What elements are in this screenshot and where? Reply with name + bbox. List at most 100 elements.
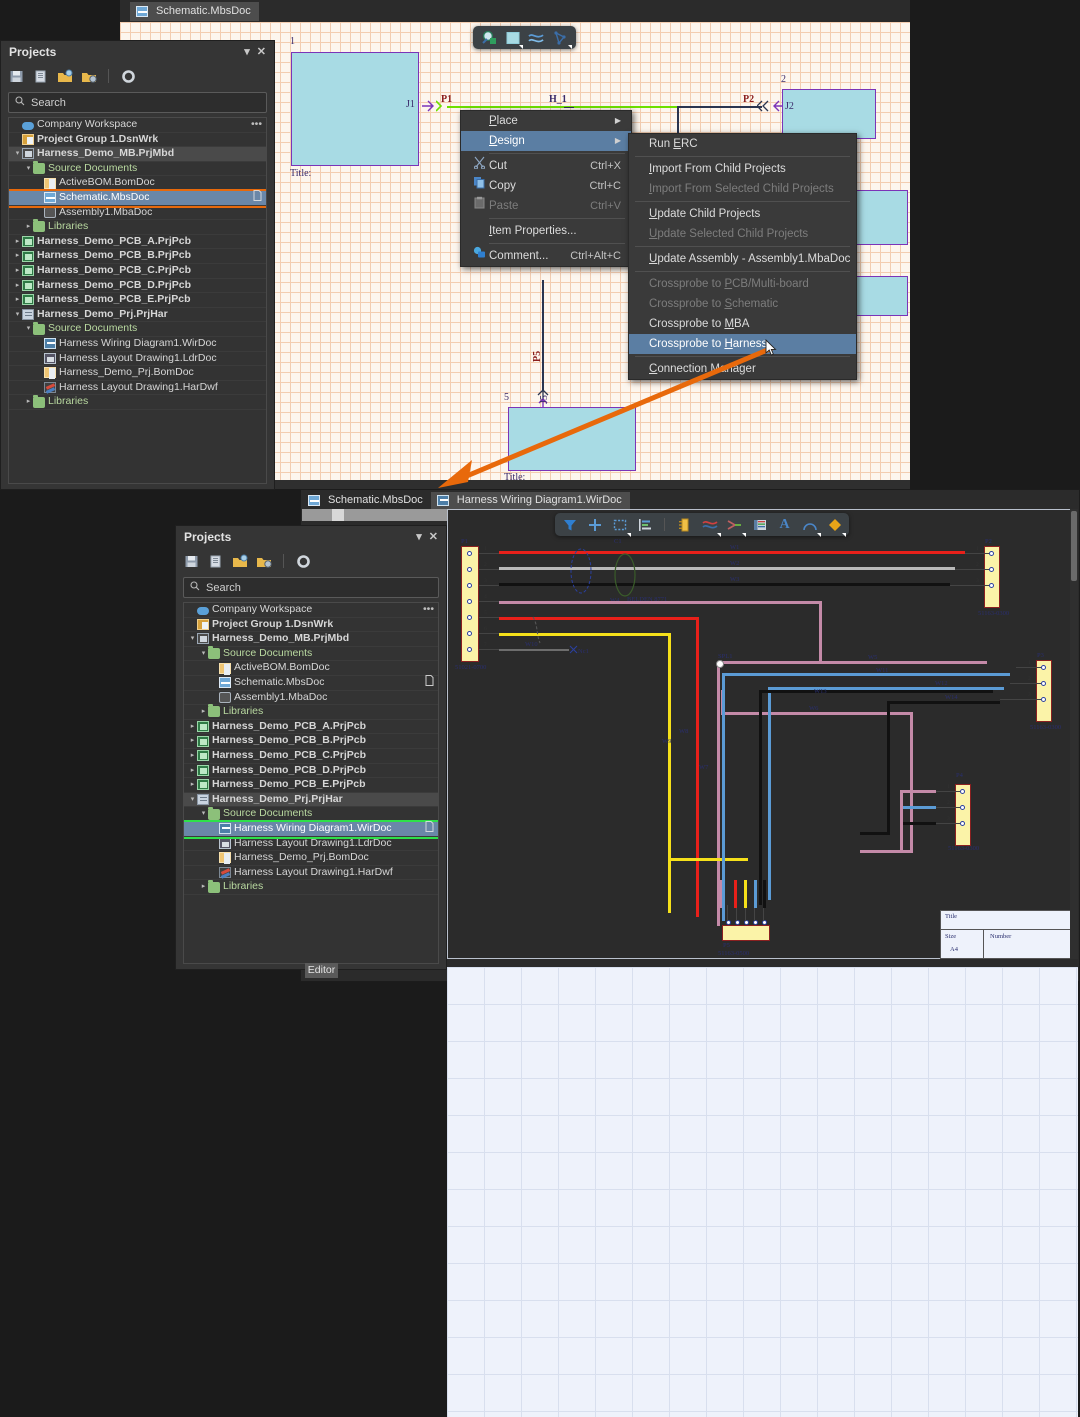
wire-w14-v[interactable]	[887, 701, 890, 835]
tree-item-activebom-bomdoc[interactable]: ActiveBOM.BomDoc	[9, 176, 266, 191]
chevron-right-icon[interactable]: ▸	[188, 764, 197, 778]
tree-item-libraries[interactable]: ▸ Libraries	[184, 704, 438, 720]
harness-icon[interactable]	[552, 29, 572, 49]
block-icon[interactable]	[504, 29, 523, 49]
tree-item-source-documents[interactable]: ▾ Source Documents	[184, 646, 438, 662]
open-project-icon[interactable]	[232, 554, 248, 569]
chevron-down-icon[interactable]: ▾	[13, 308, 22, 322]
submenu-item-crossprobe-to-mba[interactable]: Crossprobe to MBA	[629, 314, 856, 334]
pin[interactable]	[467, 599, 472, 604]
tree-item-source-documents[interactable]: ▾ Source Documents	[9, 161, 266, 177]
pin[interactable]	[960, 805, 965, 810]
save-icon[interactable]	[9, 69, 24, 84]
crossprobe-icon[interactable]	[480, 29, 497, 46]
wire-w11-v[interactable]	[722, 673, 725, 921]
filter-icon[interactable]	[561, 516, 578, 533]
wire-p4-blue[interactable]	[900, 806, 936, 809]
wiring-floating-toolbar[interactable]: A	[555, 513, 849, 537]
wiring-canvas[interactable]	[447, 967, 1078, 1417]
submenu-item-import-from-child-projects[interactable]: Import From Child Projects	[629, 159, 856, 179]
tree-item-source-documents[interactable]: ▾ Source Documents	[184, 806, 438, 822]
schematic-block-right-1[interactable]	[856, 190, 908, 245]
wiring-tabbar[interactable]: Schematic.MbsDoc Harness Wiring Diagram1…	[302, 490, 1078, 509]
table-icon[interactable]	[751, 516, 768, 533]
compile-icon[interactable]	[208, 554, 223, 569]
align-icon[interactable]	[636, 516, 653, 533]
menu-item-copy[interactable]: Copy Ctrl+C	[461, 176, 631, 196]
wire-p5-black[interactable]	[763, 880, 766, 908]
pin[interactable]	[467, 583, 472, 588]
tree-item-harness-demo-prj-prjhar[interactable]: ▾ Harness_Demo_Prj.PrjHar	[9, 308, 266, 323]
add-project-icon[interactable]	[81, 69, 97, 84]
wire-w13-h[interactable]	[759, 690, 993, 693]
chevron-down-icon[interactable]: ▾	[199, 647, 208, 661]
chevron-right-icon[interactable]: ▸	[24, 220, 33, 234]
chevron-right-icon[interactable]: ▸	[13, 235, 22, 249]
tree-item-harness-demo-prj-prjhar[interactable]: ▾ Harness_Demo_Prj.PrjHar	[184, 792, 438, 808]
chevron-right-icon[interactable]: ▸	[199, 880, 208, 894]
pin[interactable]	[1041, 697, 1046, 702]
chevron-right-icon[interactable]: ▸	[188, 778, 197, 792]
wire-p5-blue[interactable]	[754, 880, 757, 908]
close-icon[interactable]: ✕	[257, 41, 266, 63]
chevron-down-icon[interactable]: ▾	[416, 526, 422, 548]
wire-to-p2[interactable]	[677, 106, 762, 108]
tree-item-company-workspace[interactable]: Company Workspace •••	[184, 603, 438, 618]
submenu-item-crossprobe-to-schematic[interactable]: Crossprobe to Schematic	[629, 294, 856, 314]
splice-icon[interactable]	[726, 516, 746, 537]
wire-w10[interactable]	[499, 649, 569, 651]
schematic-block-j2[interactable]	[782, 89, 876, 139]
chevron-right-icon[interactable]: ▸	[188, 749, 197, 763]
wire-w9-h[interactable]	[499, 633, 671, 636]
wire-p4-pink-v[interactable]	[900, 790, 903, 852]
connector-p1[interactable]	[461, 546, 479, 662]
pin[interactable]	[1041, 681, 1046, 686]
wire-w6-v2[interactable]	[910, 712, 913, 852]
tree-item-libraries[interactable]: ▸ Libraries	[184, 879, 438, 895]
wire-w9-v[interactable]	[668, 633, 671, 913]
wire-w8-v[interactable]	[696, 617, 699, 917]
open-project-icon[interactable]	[57, 69, 73, 84]
chevron-right-icon[interactable]: ▸	[13, 279, 22, 293]
chevron-down-icon[interactable]: ▾	[199, 807, 208, 821]
tree-item-harness-layout-drawing1-hardwf[interactable]: Harness Layout Drawing1.HarDwf	[9, 381, 266, 396]
chevron-down-icon[interactable]: ▾	[24, 322, 33, 336]
tree-item-harness-demo-mb-prjmbd[interactable]: ▾ Harness_Demo_MB.PrjMbd	[184, 632, 438, 647]
wire-w6-h[interactable]	[721, 712, 913, 715]
submenu-item-update-assembly-assembly1-mbadoc[interactable]: Update Assembly - Assembly1.MbaDoc	[629, 249, 856, 269]
wire-p4-black[interactable]	[900, 822, 936, 825]
shield-w4[interactable]	[568, 548, 594, 594]
chevron-right-icon[interactable]: ▸	[24, 395, 33, 409]
harness-connection-wire[interactable]	[447, 106, 677, 108]
project-tree-top[interactable]: Company Workspace ••• Project Group 1.DsnW…	[8, 117, 267, 484]
tree-item-libraries[interactable]: ▸ Libraries	[9, 394, 266, 410]
tree-item-harness-demo-pcb-a-prjpcb[interactable]: ▸ Harness_Demo_PCB_A.PrjPcb	[9, 235, 266, 250]
submenu-item-import-from-selected-child-projects[interactable]: Import From Selected Child Projects	[629, 179, 856, 199]
more-options-icon[interactable]: •••	[251, 118, 262, 132]
tree-item-harness-wiring-diagram1-wirdoc[interactable]: Harness Wiring Diagram1.WirDoc	[9, 337, 266, 352]
schematic-context-menu[interactable]: Place ▶ Design ▶ Cut Ctrl+X Copy Ctrl+C Paste Ctr…	[460, 110, 632, 267]
tree-item-harness-demo-pcb-a-prjpcb[interactable]: ▸ Harness_Demo_PCB_A.PrjPcb	[184, 720, 438, 735]
tree-item-schematic-mbsdoc[interactable]: Schematic.MbsDoc	[184, 674, 438, 691]
pin[interactable]	[989, 551, 994, 556]
tree-item-harness-demo-pcb-e-prjpcb[interactable]: ▸ Harness_Demo_PCB_E.PrjPcb	[9, 293, 266, 308]
tree-item-harness-demo-prj-bomdoc[interactable]: Harness_Demo_Prj.BomDoc	[9, 366, 266, 381]
tree-item-harness-wiring-diagram1-wirdoc[interactable]: Harness Wiring Diagram1.WirDoc	[184, 819, 438, 839]
search-input-bottom[interactable]: Search	[183, 577, 439, 598]
wire-w8-h[interactable]	[499, 617, 699, 620]
add-icon[interactable]	[586, 516, 603, 533]
tree-item-harness-demo-pcb-c-prjpcb[interactable]: ▸ Harness_Demo_PCB_C.PrjPcb	[9, 264, 266, 279]
arc-icon[interactable]	[801, 516, 821, 537]
compile-icon[interactable]	[33, 69, 48, 84]
chevron-down-icon[interactable]: ▾	[188, 793, 197, 807]
menu-item-comment[interactable]: Comment... Ctrl+Alt+C	[461, 246, 631, 266]
schematic-block-j5[interactable]	[508, 407, 636, 471]
design-submenu[interactable]: Run ERC Import From Child Projects Import …	[628, 133, 857, 380]
chevron-down-icon[interactable]: ▾	[13, 147, 22, 161]
tree-item-assembly1-mbadoc[interactable]: Assembly1.MbaDoc	[184, 691, 438, 706]
select-area-icon[interactable]	[611, 516, 631, 537]
pin[interactable]	[960, 789, 965, 794]
chevron-right-icon[interactable]: ▸	[13, 264, 22, 278]
tree-item-harness-layout-drawing1-hardwf[interactable]: Harness Layout Drawing1.HarDwf	[184, 866, 438, 881]
tab-schematic-top[interactable]: Schematic.MbsDoc	[130, 2, 259, 21]
